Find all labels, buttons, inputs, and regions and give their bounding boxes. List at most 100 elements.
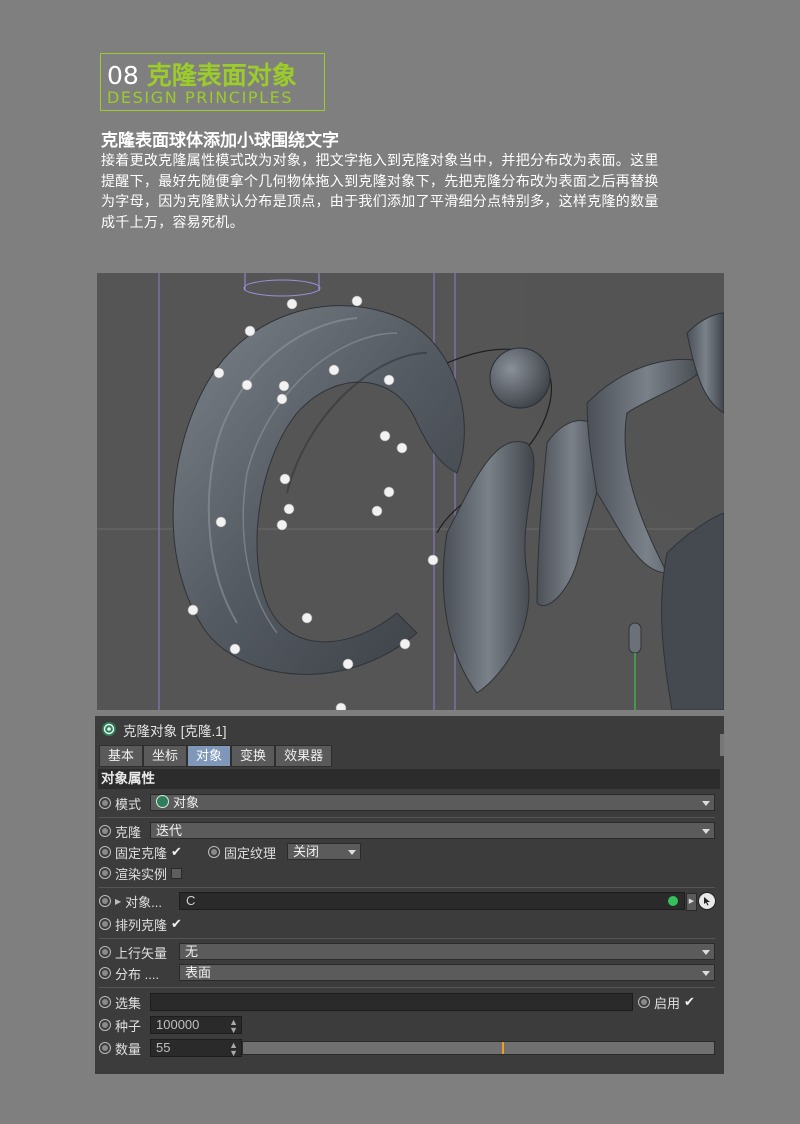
chevron-down-icon	[702, 829, 710, 834]
fixed-texture-row: 固定纹理	[208, 842, 276, 862]
paragraph-line: 为字母，因为克隆默认分布是顶点，由于我们添加了平滑细分点特别多，这样克隆的数量	[101, 194, 659, 210]
fixed-texture-label: 固定纹理	[224, 845, 277, 861]
link-menu-arrow-icon[interactable]: ▶	[686, 893, 697, 911]
article-paragraph: 接着更改克隆属性模式改为对象，把文字拖入到克隆对象当中，并把分布改为表面。这里 …	[101, 151, 733, 233]
section-title: 08 克隆表面对象	[107, 56, 297, 92]
clone-value: 迭代	[156, 823, 183, 838]
selection-field[interactable]	[150, 993, 633, 1011]
tab-transform[interactable]: 变换	[231, 745, 276, 767]
tab-coordinates[interactable]: 坐标	[143, 745, 188, 767]
seed-value: 100000	[156, 1017, 200, 1032]
section-number: 08	[107, 61, 139, 90]
article-heading: 克隆表面球体添加小球围绕文字	[101, 131, 339, 151]
object-value: C	[186, 893, 196, 908]
section-title-text: 克隆表面对象	[146, 61, 297, 90]
object-link-field[interactable]: C	[179, 892, 685, 910]
enable-row: 启用 ✔	[638, 992, 695, 1012]
divider	[99, 987, 715, 988]
object-mode-icon	[156, 795, 169, 808]
clone-radio[interactable]	[99, 825, 111, 837]
arrange-clone-label: 排列克隆	[115, 917, 168, 933]
enable-checkbox[interactable]: ✔	[684, 994, 695, 1010]
render-instance-radio[interactable]	[99, 867, 111, 879]
panel-scrollbar[interactable]	[720, 734, 724, 756]
mode-dropdown[interactable]: 对象	[150, 794, 715, 811]
distribution-value: 表面	[185, 965, 212, 980]
fixed-texture-radio[interactable]	[208, 846, 220, 858]
divider	[99, 817, 715, 818]
clone-dropdown[interactable]: 迭代	[150, 822, 715, 839]
up-vector-row: 上行矢量	[99, 942, 167, 962]
expand-arrow-icon[interactable]: ▶	[115, 897, 121, 906]
selection-row: 选集	[99, 992, 141, 1012]
divider	[99, 887, 715, 888]
up-vector-value: 无	[185, 944, 199, 959]
cloner-small-icon	[668, 896, 678, 906]
fixed-clone-label: 固定克隆	[115, 845, 168, 861]
fixed-texture-value: 关闭	[293, 844, 320, 859]
viewport-render	[97, 273, 724, 710]
pick-cursor-icon[interactable]	[698, 892, 716, 910]
spinner-arrows-icon[interactable]: ▲ ▼	[229, 1018, 238, 1035]
tab-effectors[interactable]: 效果器	[275, 745, 333, 767]
distribution-radio[interactable]	[99, 967, 111, 979]
count-value: 55	[156, 1040, 171, 1055]
tab-bar: 基本 坐标 对象 变换 效果器	[99, 745, 333, 767]
count-slider-handle[interactable]	[502, 1042, 504, 1054]
up-vector-dropdown[interactable]: 无	[179, 943, 715, 960]
tab-object[interactable]: 对象	[187, 745, 232, 767]
object-label: 对象...	[125, 894, 162, 910]
tab-basic[interactable]: 基本	[99, 745, 144, 767]
up-vector-radio[interactable]	[99, 946, 111, 958]
3d-viewport[interactable]	[97, 273, 724, 710]
arrange-clone-checkbox[interactable]: ✔	[171, 916, 182, 932]
panel-title: 克隆对象 [克隆.1]	[101, 720, 227, 740]
mode-label: 模式	[115, 796, 142, 812]
arrange-clone-radio[interactable]	[99, 918, 111, 930]
seed-input[interactable]: 100000 ▲ ▼	[150, 1016, 242, 1035]
render-instance-label: 渲染实例	[115, 866, 168, 882]
clone-row: 克隆	[99, 821, 141, 841]
chevron-down-icon	[348, 850, 356, 855]
render-instance-checkbox[interactable]	[171, 867, 183, 879]
enable-radio[interactable]	[638, 996, 650, 1008]
distribution-row: 分布 ....	[99, 963, 159, 983]
seed-row: 种子	[99, 1015, 141, 1035]
mode-value: 对象	[173, 795, 200, 810]
panel-title-text: 克隆对象 [克隆.1]	[123, 724, 227, 739]
paragraph-line: 成千上万，容易死机。	[101, 214, 244, 231]
fixed-clone-checkbox[interactable]: ✔	[171, 844, 182, 860]
fixed-texture-dropdown[interactable]: 关闭	[287, 843, 361, 860]
count-slider[interactable]	[242, 1041, 715, 1055]
clone-label: 克隆	[115, 824, 142, 840]
selection-radio[interactable]	[99, 996, 111, 1008]
spinner-arrows-icon[interactable]: ▲ ▼	[229, 1041, 238, 1058]
object-radio[interactable]	[99, 895, 111, 907]
distribution-label: 分布 ....	[115, 966, 160, 982]
section-object-properties: 对象属性	[98, 769, 720, 789]
seed-radio[interactable]	[99, 1019, 111, 1031]
mode-radio[interactable]	[99, 797, 111, 809]
attribute-panel: 克隆对象 [克隆.1] 基本 坐标 对象 变换 效果器 对象属性 模式 对象 克…	[95, 716, 724, 1074]
count-radio[interactable]	[99, 1042, 111, 1054]
arrange-clone-row: 排列克隆 ✔	[99, 914, 182, 934]
object-row: ▶ 对象...	[99, 891, 162, 911]
section-badge: 08 克隆表面对象 DESIGN PRINCIPLES	[100, 53, 325, 111]
chevron-down-icon	[702, 950, 710, 955]
count-label: 数量	[115, 1041, 142, 1057]
up-vector-label: 上行矢量	[115, 945, 168, 961]
divider	[99, 938, 715, 939]
chevron-down-icon	[702, 971, 710, 976]
fixed-clone-radio[interactable]	[99, 846, 111, 858]
paragraph-line: 提醒下，最好先随便拿个几何物体拖入到克隆对象下，先把克隆分布改为表面之后再替换	[101, 173, 659, 190]
paragraph-line: 接着更改克隆属性模式改为对象，把文字拖入到克隆对象当中，并把分布改为表面。这里	[101, 153, 659, 169]
distribution-dropdown[interactable]: 表面	[179, 964, 715, 981]
fixed-clone-row: 固定克隆 ✔	[99, 842, 182, 862]
mode-row: 模式	[99, 793, 141, 813]
render-instance-row: 渲染实例	[99, 863, 183, 883]
seed-label: 种子	[115, 1018, 142, 1034]
enable-label: 启用	[654, 995, 681, 1011]
count-input[interactable]: 55 ▲ ▼	[150, 1039, 242, 1058]
chevron-down-icon	[702, 801, 710, 806]
selection-label: 选集	[115, 995, 142, 1011]
